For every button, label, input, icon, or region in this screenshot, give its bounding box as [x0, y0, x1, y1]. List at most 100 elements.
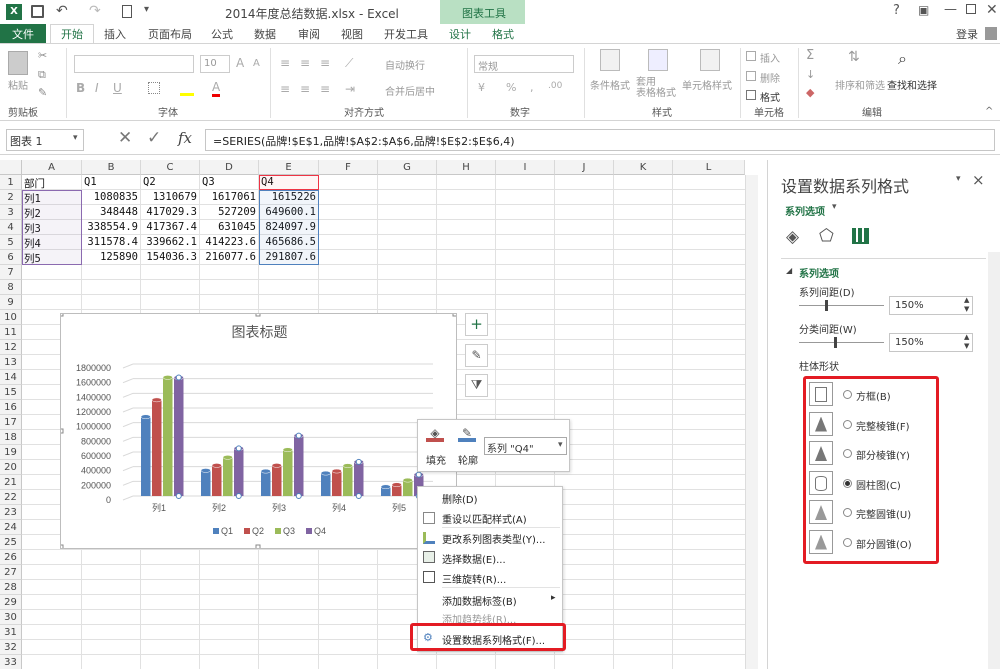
- align-center-icon[interactable]: ≡: [300, 82, 310, 96]
- chart-filters-icon[interactable]: ⧩: [465, 374, 488, 397]
- cell[interactable]: 216077.6: [200, 251, 256, 263]
- decimal-icon[interactable]: .00: [548, 81, 562, 91]
- delete-cells-button[interactable]: 删除: [760, 70, 780, 85]
- help-icon[interactable]: ?: [893, 3, 900, 18]
- vertical-scrollbar[interactable]: [745, 175, 758, 669]
- shape-radio[interactable]: [843, 419, 852, 429]
- column-header[interactable]: C: [141, 160, 200, 175]
- insert-cells-icon[interactable]: [746, 51, 756, 61]
- column-header[interactable]: F: [319, 160, 378, 175]
- cell[interactable]: 154036.3: [141, 251, 197, 263]
- fill-down-icon[interactable]: ↓: [806, 68, 815, 81]
- enter-icon[interactable]: ✓: [147, 128, 161, 148]
- cell[interactable]: 311578.4: [82, 236, 138, 248]
- shape-option-label[interactable]: 圆柱图(C): [856, 477, 901, 492]
- series-dropdown-icon[interactable]: ▾: [558, 440, 563, 450]
- row-header[interactable]: 7: [0, 265, 22, 280]
- comma-icon[interactable]: ,: [530, 81, 534, 94]
- fill-bucket-icon[interactable]: ◈: [426, 426, 444, 442]
- align-middle-icon[interactable]: ≡: [300, 56, 310, 70]
- merge-center-button[interactable]: 合并后居中: [385, 83, 435, 98]
- gap-width-thumb[interactable]: [834, 337, 837, 348]
- gap-depth-slider[interactable]: [799, 305, 884, 306]
- section-series-options[interactable]: 系列选项: [799, 265, 839, 280]
- cell[interactable]: 414223.6: [200, 236, 256, 248]
- shape-option-label[interactable]: 部分圆锥(O): [856, 536, 912, 551]
- row-header[interactable]: 28: [0, 580, 22, 595]
- wrap-text-button[interactable]: 自动换行: [385, 57, 425, 72]
- row-header[interactable]: 33: [0, 655, 22, 669]
- shape-radio[interactable]: [843, 508, 852, 517]
- table-format-button[interactable]: 套用 表格格式: [636, 77, 676, 99]
- menu-item-delete[interactable]: 删除(D): [442, 491, 478, 506]
- bold-icon[interactable]: B: [76, 81, 85, 95]
- cell-style-icon[interactable]: [700, 49, 720, 71]
- cell[interactable]: 1310679: [141, 191, 197, 203]
- fill-line-tab-icon[interactable]: ◈: [786, 227, 799, 247]
- cell[interactable]: 125890: [82, 251, 138, 263]
- shape-radio[interactable]: [843, 390, 852, 399]
- chart-styles-icon[interactable]: ✎: [465, 344, 488, 367]
- pane-close-icon[interactable]: ×: [972, 171, 985, 189]
- row-header[interactable]: 12: [0, 340, 22, 355]
- delete-cells-icon[interactable]: [746, 71, 756, 81]
- row-header[interactable]: 11: [0, 325, 22, 340]
- row-header[interactable]: 20: [0, 460, 22, 475]
- menu-item-format-data-series[interactable]: 设置数据系列格式(F)...: [442, 632, 545, 647]
- paste-icon[interactable]: [8, 51, 28, 75]
- cell[interactable]: Q2: [143, 176, 156, 188]
- cell[interactable]: 631045: [200, 221, 256, 233]
- restore-icon[interactable]: [966, 4, 976, 14]
- row-header[interactable]: 5: [0, 235, 22, 250]
- align-bottom-icon[interactable]: ≡: [320, 56, 330, 70]
- menu-item-select-data[interactable]: 选择数据(E)...: [442, 551, 506, 566]
- tab-view[interactable]: 视图: [341, 26, 363, 42]
- row-header[interactable]: 22: [0, 490, 22, 505]
- row-header[interactable]: 17: [0, 415, 22, 430]
- row-header[interactable]: 30: [0, 610, 22, 625]
- row-header[interactable]: 26: [0, 550, 22, 565]
- font-color-icon[interactable]: A: [212, 80, 221, 97]
- cell[interactable]: 339662.1: [141, 236, 197, 248]
- gap-depth-thumb[interactable]: [825, 300, 828, 311]
- row-header[interactable]: 31: [0, 625, 22, 640]
- tab-formulas[interactable]: 公式: [211, 26, 233, 42]
- tab-review[interactable]: 审阅: [298, 26, 320, 42]
- column-header[interactable]: A: [22, 160, 82, 175]
- row-header[interactable]: 9: [0, 295, 22, 310]
- shape-option-label[interactable]: 部分棱锥(Y): [856, 447, 910, 462]
- select-all-corner[interactable]: [0, 160, 22, 175]
- fill-button-label[interactable]: 填充: [426, 452, 446, 467]
- row-header[interactable]: 6: [0, 250, 22, 265]
- row-header[interactable]: 14: [0, 370, 22, 385]
- shape-radio[interactable]: [843, 537, 852, 547]
- minimize-icon[interactable]: —: [944, 2, 957, 17]
- column-header[interactable]: G: [378, 160, 437, 175]
- find-select-button[interactable]: 查找和选择: [887, 77, 937, 92]
- ribbon-display-icon[interactable]: ▣: [918, 3, 929, 17]
- fill-color-icon[interactable]: [180, 82, 194, 96]
- gap-width-slider[interactable]: [799, 342, 884, 343]
- format-cells-button[interactable]: 格式: [760, 89, 780, 104]
- row-header[interactable]: 13: [0, 355, 22, 370]
- row-header[interactable]: 21: [0, 475, 22, 490]
- column-header[interactable]: H: [437, 160, 496, 175]
- new-document-icon[interactable]: [122, 5, 132, 18]
- autosum-icon[interactable]: Σ: [806, 48, 814, 63]
- menu-item-3d-rotation[interactable]: 三维旋转(R)...: [442, 571, 506, 586]
- cell-style-button[interactable]: 单元格样式: [682, 77, 732, 92]
- series-options-tab-icon[interactable]: [852, 228, 869, 244]
- font-name-box[interactable]: [74, 55, 194, 73]
- column-header[interactable]: J: [555, 160, 614, 175]
- cell[interactable]: 1080835: [82, 191, 138, 203]
- cancel-icon[interactable]: ✕: [118, 128, 132, 148]
- underline-icon[interactable]: U: [113, 81, 122, 95]
- sign-in-link[interactable]: 登录: [956, 26, 978, 42]
- row-header[interactable]: 4: [0, 220, 22, 235]
- table-format-icon[interactable]: [648, 49, 668, 71]
- column-header[interactable]: B: [82, 160, 141, 175]
- column-header[interactable]: E: [259, 160, 319, 175]
- insert-function-icon[interactable]: fx: [178, 129, 192, 147]
- shape-option-label[interactable]: 完整棱锥(F): [856, 418, 910, 433]
- sort-filter-button[interactable]: 排序和筛选: [835, 77, 885, 92]
